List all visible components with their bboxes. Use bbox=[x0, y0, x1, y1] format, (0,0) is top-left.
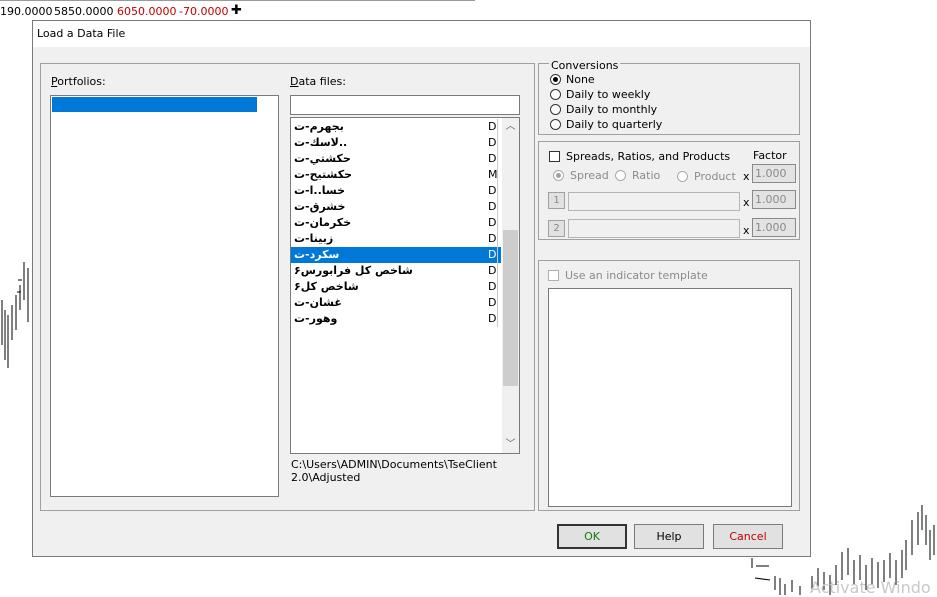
dialog-title-bar[interactable]: Load a Data File bbox=[33, 21, 810, 47]
ratio-label[interactable]: Ratio bbox=[632, 169, 660, 182]
ratio-radio[interactable] bbox=[615, 170, 626, 181]
product-radio[interactable] bbox=[677, 171, 688, 182]
load-data-file-dialog: Load a Data File Portfolios: Data files:… bbox=[32, 20, 811, 557]
price-value-2: 5850.0000 bbox=[54, 5, 114, 18]
conversions-title: Conversions bbox=[549, 59, 621, 72]
symbol-2-button[interactable]: 2 bbox=[548, 220, 565, 237]
indicator-template-checkbox[interactable] bbox=[548, 270, 559, 281]
file-row[interactable]: وهور-ت D bbox=[291, 311, 501, 327]
times-symbol: x bbox=[743, 224, 750, 237]
data-file-search-input[interactable] bbox=[290, 95, 520, 115]
conversion-none-label[interactable]: None bbox=[566, 73, 595, 86]
data-files-list[interactable]: بجهرم-ت D ..لاسك-ت D حكشتي-ت D حكشتيح-ت M خس… bbox=[290, 117, 520, 454]
file-row[interactable]: غشان-ت D bbox=[291, 295, 501, 311]
file-row-selected[interactable]: سكرد-ت D bbox=[291, 247, 501, 263]
times-symbol: x bbox=[743, 196, 750, 209]
file-row[interactable]: شاخص كل فرابورس۶ D bbox=[291, 263, 501, 279]
portfolio-item-selected[interactable] bbox=[52, 97, 257, 112]
scroll-down-icon[interactable]: ﹀ bbox=[502, 436, 519, 453]
cancel-button[interactable]: Cancel bbox=[713, 524, 783, 549]
conversion-monthly-radio[interactable] bbox=[550, 104, 561, 115]
price-value-3: 6050.0000 bbox=[117, 5, 177, 18]
data-folder-path: C:\Users\ADMIN\Documents\TseClient 2.0\A… bbox=[291, 458, 497, 484]
product-label[interactable]: Product bbox=[694, 170, 736, 183]
scrollbar-thumb[interactable] bbox=[503, 230, 518, 386]
data-files-label: Data files: bbox=[290, 75, 346, 88]
conversions-group: Conversions None Daily to weekly Daily t… bbox=[538, 59, 800, 135]
scroll-up-icon[interactable]: ︿ bbox=[502, 118, 519, 135]
file-row[interactable]: حكشتي-ت D bbox=[291, 151, 501, 167]
spread-label[interactable]: Spread bbox=[570, 169, 609, 182]
indicator-template-group: Use an indicator template bbox=[538, 260, 800, 511]
symbol-2-field[interactable] bbox=[568, 219, 740, 238]
data-files-scrollbar[interactable]: ︿ ﹀ bbox=[502, 118, 519, 453]
factor-input-2[interactable]: 1.000 bbox=[752, 218, 796, 237]
files-group: Portfolios: Data files: بجهرم-ت D ..لاسك-… bbox=[40, 63, 535, 511]
symbol-1-button[interactable]: 1 bbox=[548, 192, 565, 209]
dialog-title: Load a Data File bbox=[37, 27, 126, 40]
ok-button[interactable]: OK bbox=[557, 524, 627, 549]
price-value-1: 190.0000 bbox=[0, 5, 53, 18]
indicator-template-list[interactable] bbox=[548, 288, 792, 507]
portfolios-list[interactable] bbox=[50, 95, 279, 497]
spreads-label[interactable]: Spreads, Ratios, and Products bbox=[566, 150, 730, 163]
factor-input-1[interactable]: 1.000 bbox=[752, 190, 796, 209]
spreads-group: Spreads, Ratios, and Products Factor Spr… bbox=[538, 141, 800, 240]
file-row[interactable]: خكرمان-ت D bbox=[291, 215, 501, 231]
conversion-weekly-radio[interactable] bbox=[550, 89, 561, 100]
price-value-4: -70.0000 bbox=[179, 5, 229, 18]
factor-input-0[interactable]: 1.000 bbox=[752, 164, 796, 183]
spreads-checkbox[interactable] bbox=[549, 151, 560, 162]
price-strip: 190.0000 5850.0000 6050.0000 -70.0000 ✚ bbox=[0, 0, 937, 20]
conversion-quarterly-label[interactable]: Daily to quarterly bbox=[566, 118, 662, 131]
file-row[interactable]: خسا..ا-ت D bbox=[291, 183, 501, 199]
file-row[interactable]: بجهرم-ت D bbox=[291, 119, 501, 135]
file-row[interactable]: حكشتيح-ت M bbox=[291, 167, 501, 183]
symbol-1-field[interactable] bbox=[568, 192, 740, 211]
times-symbol: x bbox=[743, 170, 750, 183]
file-row[interactable]: شاخص كل۶ D bbox=[291, 279, 501, 295]
conversion-weekly-label[interactable]: Daily to weekly bbox=[566, 88, 650, 101]
spread-radio[interactable] bbox=[553, 170, 564, 181]
file-row[interactable]: ..لاسك-ت D bbox=[291, 135, 501, 151]
file-row[interactable]: خشرق-ت D bbox=[291, 199, 501, 215]
add-plus-icon[interactable]: ✚ bbox=[231, 4, 242, 17]
conversion-none-radio[interactable] bbox=[550, 74, 561, 85]
indicator-template-label[interactable]: Use an indicator template bbox=[565, 269, 708, 282]
conversion-quarterly-radio[interactable] bbox=[550, 119, 561, 130]
factor-label: Factor bbox=[753, 149, 787, 162]
conversion-monthly-label[interactable]: Daily to monthly bbox=[566, 103, 657, 116]
activate-windows-watermark: Activate Windo bbox=[810, 578, 931, 597]
portfolios-label: Portfolios: bbox=[51, 75, 106, 88]
help-button[interactable]: Help bbox=[634, 524, 704, 549]
file-row[interactable]: زبينا-ت D bbox=[291, 231, 501, 247]
